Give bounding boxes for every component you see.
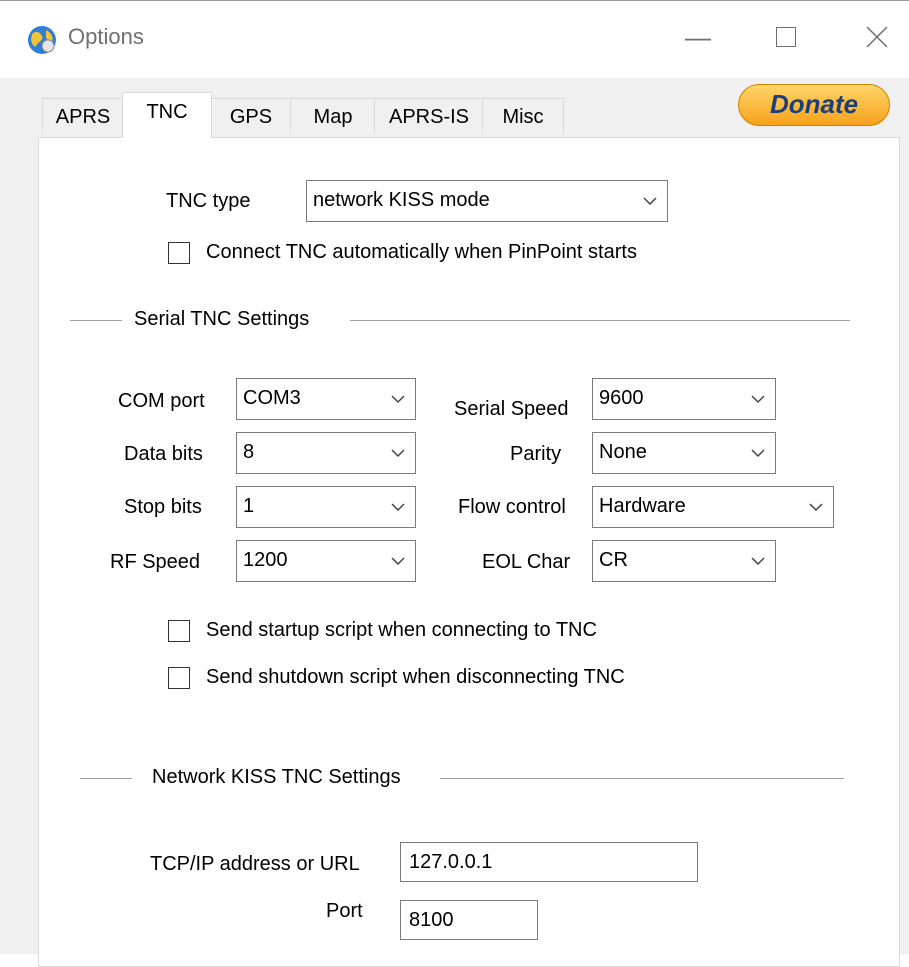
stop-bits-select[interactable]: 1 (236, 486, 416, 528)
com-port-select[interactable]: COM3 (236, 378, 416, 420)
section-divider (440, 778, 844, 779)
auto-connect-checkbox[interactable] (168, 242, 190, 264)
section-divider (70, 320, 122, 321)
maximize-button[interactable] (776, 27, 796, 47)
shutdown-script-label[interactable]: Send shutdown script when disconnecting … (206, 666, 625, 689)
stop-bits-value: 1 (243, 495, 255, 517)
flow-control-label: Flow control (458, 496, 566, 518)
minimize-button[interactable]: — (685, 24, 711, 50)
window-title: Options (68, 24, 144, 49)
tnc-type-label: TNC type (166, 190, 251, 212)
serial-speed-select[interactable]: 9600 (592, 378, 776, 420)
section-divider (350, 320, 850, 321)
stop-bits-label: Stop bits (124, 496, 202, 518)
section-divider (80, 778, 132, 779)
chevron-down-icon (751, 449, 765, 458)
tab-tnc[interactable]: TNC (122, 92, 212, 138)
chevron-down-icon (751, 395, 765, 404)
eol-char-value: CR (599, 549, 628, 571)
parity-value: None (599, 441, 647, 463)
rf-speed-label: RF Speed (110, 551, 201, 573)
tab-gps[interactable]: GPS (210, 98, 292, 134)
port-input[interactable]: 8100 (400, 900, 538, 940)
port-label: Port (326, 900, 363, 922)
eol-char-select[interactable]: CR (592, 540, 776, 582)
flow-control-select[interactable]: Hardware (592, 486, 834, 528)
serial-speed-label: Serial Speed (454, 398, 569, 420)
chevron-down-icon (391, 503, 405, 512)
address-label: TCP/IP address or URL (150, 853, 360, 875)
tnc-type-value: network KISS mode (313, 189, 490, 211)
tab-aprs-is[interactable]: APRS-IS (374, 98, 484, 134)
data-bits-value: 8 (243, 441, 255, 463)
tab-map[interactable]: Map (290, 98, 376, 134)
network-section-title: Network KISS TNC Settings (152, 766, 401, 788)
chevron-down-icon (809, 503, 823, 512)
globe-icon (28, 26, 56, 54)
com-port-label: COM port (118, 390, 205, 412)
serial-section-title: Serial TNC Settings (134, 308, 310, 330)
donate-button[interactable]: Donate (738, 84, 890, 126)
auto-connect-label[interactable]: Connect TNC automatically when PinPoint … (206, 241, 637, 264)
tab-aprs[interactable]: APRS (42, 98, 124, 134)
rf-speed-select[interactable]: 1200 (236, 540, 416, 582)
startup-script-checkbox[interactable] (168, 620, 190, 642)
tab-misc[interactable]: Misc (482, 98, 564, 134)
rf-speed-value: 1200 (243, 549, 288, 571)
data-bits-select[interactable]: 8 (236, 432, 416, 474)
serial-speed-value: 9600 (599, 387, 644, 409)
tnc-type-select[interactable]: network KISS mode (306, 180, 668, 222)
flow-control-value: Hardware (599, 495, 686, 517)
chevron-down-icon (391, 557, 405, 566)
data-bits-label: Data bits (124, 443, 203, 465)
parity-select[interactable]: None (592, 432, 776, 474)
address-value: 127.0.0.1 (409, 851, 493, 873)
chevron-down-icon (643, 197, 657, 206)
parity-label: Parity (510, 443, 562, 465)
startup-script-label[interactable]: Send startup script when connecting to T… (206, 619, 597, 642)
chevron-down-icon (751, 557, 765, 566)
close-button[interactable] (866, 26, 888, 48)
port-value: 8100 (409, 909, 454, 931)
address-input[interactable]: 127.0.0.1 (400, 842, 698, 882)
chevron-down-icon (391, 395, 405, 404)
com-port-value: COM3 (243, 387, 301, 409)
chevron-down-icon (391, 449, 405, 458)
shutdown-script-checkbox[interactable] (168, 667, 190, 689)
eol-char-label: EOL Char (482, 551, 571, 573)
